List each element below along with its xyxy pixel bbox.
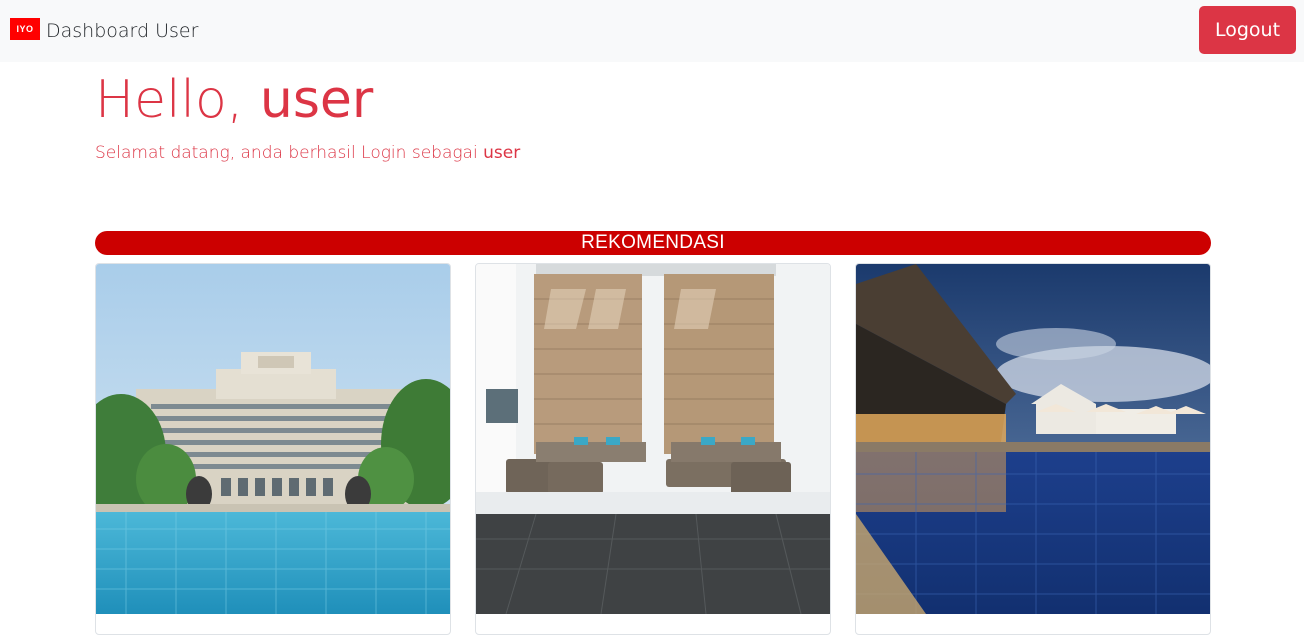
resort-night-pool-photo[interactable] <box>856 264 1210 614</box>
brand-title[interactable]: Dashboard User <box>46 18 198 44</box>
welcome-role: user <box>483 143 521 163</box>
logout-button[interactable]: Logout <box>1199 6 1296 54</box>
greeting-username: user <box>259 70 374 130</box>
hotel-pool-photo[interactable] <box>96 264 450 614</box>
welcome-text: Selamat datang, anda berhasil Login seba… <box>95 143 484 163</box>
stone-lobby-photo[interactable] <box>476 264 830 614</box>
recommendation-card-2[interactable] <box>475 263 831 635</box>
recommendation-header: REKOMENDASI <box>95 231 1211 255</box>
navbar: IYO Dashboard User Logout <box>0 0 1304 62</box>
recommendation-card-1[interactable] <box>95 263 451 635</box>
greeting-heading: Hello, user <box>95 66 373 134</box>
welcome-message: Selamat datang, anda berhasil Login seba… <box>95 141 520 165</box>
brand-logo[interactable]: IYO <box>10 18 40 40</box>
recommendation-card-3[interactable] <box>855 263 1211 635</box>
greeting-hello: Hello, <box>95 70 260 130</box>
